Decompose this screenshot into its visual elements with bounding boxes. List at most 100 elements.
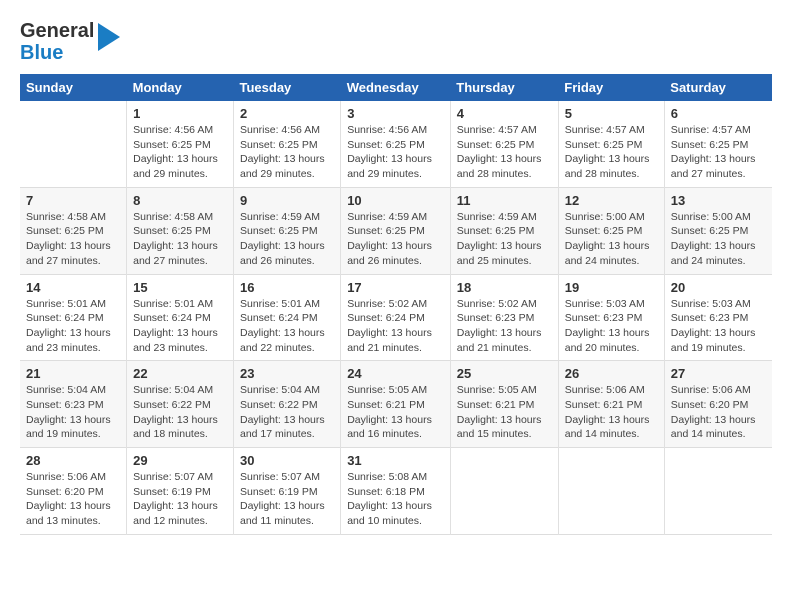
day-number: 10 xyxy=(347,193,444,208)
day-number: 2 xyxy=(240,106,334,121)
calendar-cell: 24 Sunrise: 5:05 AMSunset: 6:21 PMDayligh… xyxy=(341,361,451,448)
logo-line1: General xyxy=(20,20,94,42)
day-info: Sunrise: 4:56 AMSunset: 6:25 PMDaylight:… xyxy=(240,123,334,182)
calendar-cell: 12 Sunrise: 5:00 AMSunset: 6:25 PMDayligh… xyxy=(558,187,664,274)
day-number: 6 xyxy=(671,106,766,121)
calendar-cell: 1 Sunrise: 4:56 AMSunset: 6:25 PMDaylight… xyxy=(127,101,234,187)
day-info: Sunrise: 4:58 AMSunset: 6:25 PMDaylight:… xyxy=(133,210,227,269)
calendar-cell xyxy=(558,448,664,535)
calendar-table: SundayMondayTuesdayWednesdayThursdayFrid… xyxy=(20,74,772,535)
day-number: 17 xyxy=(347,280,444,295)
calendar-cell: 28Sunrise: 5:06 AMSunset: 6:20 PMDayligh… xyxy=(20,448,127,535)
day-number: 31 xyxy=(347,453,444,468)
calendar-cell: 23 Sunrise: 5:04 AMSunset: 6:22 PMDayligh… xyxy=(234,361,341,448)
day-info: Sunrise: 5:00 AMSunset: 6:25 PMDaylight:… xyxy=(565,210,658,269)
day-info: Sunrise: 5:06 AMSunset: 6:21 PMDaylight:… xyxy=(565,383,658,442)
header-tuesday: Tuesday xyxy=(234,74,341,101)
day-info: Sunrise: 5:07 AMSunset: 6:19 PMDaylight:… xyxy=(133,470,227,529)
day-info: Sunrise: 5:03 AMSunset: 6:23 PMDaylight:… xyxy=(565,297,658,356)
calendar-week-5: 28Sunrise: 5:06 AMSunset: 6:20 PMDayligh… xyxy=(20,448,772,535)
day-number: 18 xyxy=(457,280,552,295)
calendar-cell: 10 Sunrise: 4:59 AMSunset: 6:25 PMDayligh… xyxy=(341,187,451,274)
day-info: Sunrise: 5:06 AMSunset: 6:20 PMDaylight:… xyxy=(26,470,120,529)
day-number: 27 xyxy=(671,366,766,381)
day-number: 13 xyxy=(671,193,766,208)
logo: General Blue xyxy=(20,20,120,64)
header-thursday: Thursday xyxy=(450,74,558,101)
day-info: Sunrise: 5:01 AMSunset: 6:24 PMDaylight:… xyxy=(26,297,120,356)
day-number: 21 xyxy=(26,366,120,381)
day-info: Sunrise: 5:01 AMSunset: 6:24 PMDaylight:… xyxy=(133,297,227,356)
calendar-cell: 22Sunrise: 5:04 AMSunset: 6:22 PMDayligh… xyxy=(127,361,234,448)
header-saturday: Saturday xyxy=(664,74,772,101)
calendar-week-2: 7 Sunrise: 4:58 AMSunset: 6:25 PMDaylight… xyxy=(20,187,772,274)
day-number: 16 xyxy=(240,280,334,295)
calendar-cell: 14 Sunrise: 5:01 AMSunset: 6:24 PMDayligh… xyxy=(20,274,127,361)
page-header: General Blue xyxy=(20,20,772,64)
day-info: Sunrise: 5:00 AMSunset: 6:25 PMDaylight:… xyxy=(671,210,766,269)
day-number: 5 xyxy=(565,106,658,121)
calendar-cell: 25 Sunrise: 5:05 AMSunset: 6:21 PMDayligh… xyxy=(450,361,558,448)
calendar-cell: 19 Sunrise: 5:03 AMSunset: 6:23 PMDayligh… xyxy=(558,274,664,361)
day-info: Sunrise: 5:03 AMSunset: 6:23 PMDaylight:… xyxy=(671,297,766,356)
day-number: 19 xyxy=(565,280,658,295)
day-number: 11 xyxy=(457,193,552,208)
calendar-cell: 2 Sunrise: 4:56 AMSunset: 6:25 PMDaylight… xyxy=(234,101,341,187)
calendar-cell: 8 Sunrise: 4:58 AMSunset: 6:25 PMDaylight… xyxy=(127,187,234,274)
day-number: 14 xyxy=(26,280,120,295)
day-number: 3 xyxy=(347,106,444,121)
calendar-week-3: 14 Sunrise: 5:01 AMSunset: 6:24 PMDayligh… xyxy=(20,274,772,361)
day-info: Sunrise: 5:06 AMSunset: 6:20 PMDaylight:… xyxy=(671,383,766,442)
calendar-cell: 13 Sunrise: 5:00 AMSunset: 6:25 PMDayligh… xyxy=(664,187,772,274)
calendar-cell: 21 Sunrise: 5:04 AMSunset: 6:23 PMDayligh… xyxy=(20,361,127,448)
day-number: 9 xyxy=(240,193,334,208)
header-wednesday: Wednesday xyxy=(341,74,451,101)
day-number: 8 xyxy=(133,193,227,208)
logo-text: General Blue xyxy=(20,20,120,64)
day-info: Sunrise: 5:02 AMSunset: 6:24 PMDaylight:… xyxy=(347,297,444,356)
day-number: 7 xyxy=(26,193,120,208)
day-number: 23 xyxy=(240,366,334,381)
calendar-cell: 6Sunrise: 4:57 AMSunset: 6:25 PMDaylight… xyxy=(664,101,772,187)
calendar-cell xyxy=(450,448,558,535)
day-number: 1 xyxy=(133,106,227,121)
day-info: Sunrise: 5:08 AMSunset: 6:18 PMDaylight:… xyxy=(347,470,444,529)
day-info: Sunrise: 5:02 AMSunset: 6:23 PMDaylight:… xyxy=(457,297,552,356)
day-info: Sunrise: 5:05 AMSunset: 6:21 PMDaylight:… xyxy=(457,383,552,442)
day-info: Sunrise: 4:56 AMSunset: 6:25 PMDaylight:… xyxy=(133,123,227,182)
calendar-cell: 5 Sunrise: 4:57 AMSunset: 6:25 PMDaylight… xyxy=(558,101,664,187)
day-info: Sunrise: 5:05 AMSunset: 6:21 PMDaylight:… xyxy=(347,383,444,442)
day-info: Sunrise: 5:07 AMSunset: 6:19 PMDaylight:… xyxy=(240,470,334,529)
day-info: Sunrise: 5:04 AMSunset: 6:22 PMDaylight:… xyxy=(240,383,334,442)
day-info: Sunrise: 4:59 AMSunset: 6:25 PMDaylight:… xyxy=(347,210,444,269)
day-number: 4 xyxy=(457,106,552,121)
calendar-cell: 16 Sunrise: 5:01 AMSunset: 6:24 PMDayligh… xyxy=(234,274,341,361)
calendar-cell: 30 Sunrise: 5:07 AMSunset: 6:19 PMDayligh… xyxy=(234,448,341,535)
day-info: Sunrise: 4:57 AMSunset: 6:25 PMDaylight:… xyxy=(565,123,658,182)
day-info: Sunrise: 4:59 AMSunset: 6:25 PMDaylight:… xyxy=(240,210,334,269)
day-info: Sunrise: 4:57 AMSunset: 6:25 PMDaylight:… xyxy=(457,123,552,182)
day-number: 25 xyxy=(457,366,552,381)
calendar-cell: 11Sunrise: 4:59 AMSunset: 6:25 PMDayligh… xyxy=(450,187,558,274)
day-info: Sunrise: 5:01 AMSunset: 6:24 PMDaylight:… xyxy=(240,297,334,356)
calendar-cell: 4 Sunrise: 4:57 AMSunset: 6:25 PMDaylight… xyxy=(450,101,558,187)
day-number: 24 xyxy=(347,366,444,381)
header-sunday: Sunday xyxy=(20,74,127,101)
logo-arrow-icon xyxy=(98,23,120,51)
day-info: Sunrise: 4:56 AMSunset: 6:25 PMDaylight:… xyxy=(347,123,444,182)
day-number: 20 xyxy=(671,280,766,295)
calendar-cell xyxy=(20,101,127,187)
logo-line2: Blue xyxy=(20,42,94,64)
calendar-cell: 3 Sunrise: 4:56 AMSunset: 6:25 PMDaylight… xyxy=(341,101,451,187)
calendar-cell: 18 Sunrise: 5:02 AMSunset: 6:23 PMDayligh… xyxy=(450,274,558,361)
day-number: 29 xyxy=(133,453,227,468)
calendar-header-row: SundayMondayTuesdayWednesdayThursdayFrid… xyxy=(20,74,772,101)
calendar-cell: 27 Sunrise: 5:06 AMSunset: 6:20 PMDayligh… xyxy=(664,361,772,448)
calendar-cell: 15Sunrise: 5:01 AMSunset: 6:24 PMDayligh… xyxy=(127,274,234,361)
calendar-cell: 29 Sunrise: 5:07 AMSunset: 6:19 PMDayligh… xyxy=(127,448,234,535)
calendar-cell xyxy=(664,448,772,535)
day-number: 30 xyxy=(240,453,334,468)
day-info: Sunrise: 4:58 AMSunset: 6:25 PMDaylight:… xyxy=(26,210,120,269)
day-number: 12 xyxy=(565,193,658,208)
day-info: Sunrise: 5:04 AMSunset: 6:23 PMDaylight:… xyxy=(26,383,120,442)
